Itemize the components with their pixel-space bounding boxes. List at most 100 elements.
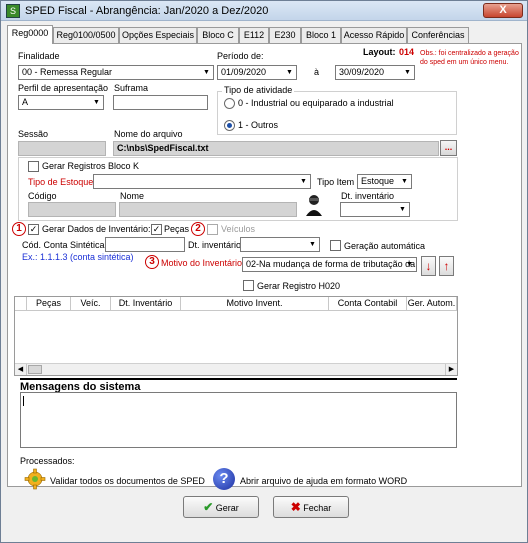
motivo-inventario-label: Motivo do Inventário	[161, 258, 243, 268]
grid-header-conta-contabil[interactable]: Conta Contabil	[329, 297, 407, 311]
perfil-value: A	[22, 97, 29, 107]
abrir-ajuda-link[interactable]: Abrir arquivo de ajuda em formato WORD	[240, 476, 407, 486]
grid-header-pecas[interactable]: Peças	[27, 297, 71, 311]
scroll-thumb[interactable]	[28, 365, 42, 374]
nome-input[interactable]	[119, 202, 297, 217]
finalidade-select[interactable]: 00 - Remessa Regular ▼	[18, 65, 214, 80]
chevron-down-icon: ▼	[309, 241, 316, 248]
gerar-dados-inventario-label: Gerar Dados de Inventário:	[42, 224, 151, 234]
finalidade-value: 00 - Remessa Regular	[22, 67, 113, 77]
gerar-dados-inventario-checkbox[interactable]: ✓	[28, 224, 39, 235]
nome-arquivo-input[interactable]: C:\nbs\SpedFiscal.txt	[113, 141, 439, 156]
marker-3: 3	[145, 255, 159, 269]
layout-label: Layout:	[363, 47, 396, 57]
gerar-bloco-k-checkbox[interactable]	[28, 161, 39, 172]
chevron-down-icon: ▼	[203, 69, 210, 76]
periodo-de-date[interactable]: 01/09/2020 ▼	[217, 65, 297, 80]
tipo-atividade-label: Tipo de atividade	[222, 85, 295, 95]
chevron-down-icon: ▼	[93, 99, 100, 106]
periodo-ate-value: 30/09/2020	[339, 67, 385, 77]
fechar-button-label: Fechar	[303, 503, 332, 513]
inventario-grid[interactable]: Peças Veíc. Dt. Inventário Motivo Invent…	[14, 296, 458, 376]
grid-header-veic[interactable]: Veíc.	[71, 297, 111, 311]
finalidade-label: Finalidade	[18, 51, 60, 61]
tab-bloco-c[interactable]: Bloco C	[197, 27, 239, 43]
validar-documentos-link[interactable]: Validar todos os documentos de SPED	[50, 476, 205, 486]
person-silhouette-icon[interactable]	[304, 194, 324, 216]
arrow-up-icon[interactable]: ↑	[439, 256, 454, 276]
gerar-button-label: Gerar	[215, 503, 239, 513]
marker-2: 2	[191, 222, 205, 236]
tab-conferencias[interactable]: Conferências	[407, 27, 469, 43]
calendar-icon[interactable]: ▼	[283, 66, 296, 79]
title-bar: S SPED Fiscal - Abrangência: Jan/2020 a …	[1, 1, 527, 21]
tipo-atividade-opt0-label: 0 - Industrial ou equiparado a industria…	[238, 98, 394, 108]
chevron-down-icon: ▼	[300, 178, 307, 185]
perfil-select[interactable]: A ▼	[18, 95, 104, 110]
reg0000-panel: Finalidade 00 - Remessa Regular ▼ Períod…	[7, 43, 522, 490]
browse-file-button[interactable]: ...	[440, 140, 457, 156]
motivo-inventario-select[interactable]: 02-Na mudança de forma de tributação da …	[242, 257, 417, 272]
grid-header-motivo[interactable]: Motivo Invent.	[181, 297, 329, 311]
processados-label: Processados:	[20, 456, 75, 466]
tab-reg0100-0500[interactable]: Reg0100/0500	[53, 27, 119, 43]
tipo-atividade-radio-0[interactable]	[224, 98, 235, 109]
cod-conta-example: Ex.: 1.1.1.3 (conta sintética)	[22, 252, 134, 262]
layout-value: 014	[399, 47, 415, 57]
help-icon[interactable]: ?	[213, 468, 235, 490]
geracao-automatica-checkbox[interactable]	[330, 240, 341, 251]
sessao-input[interactable]	[18, 141, 106, 156]
arrow-down-icon[interactable]: ↓	[421, 256, 436, 276]
fechar-button[interactable]: ✖ Fechar	[273, 496, 349, 518]
calendar-icon[interactable]: ▼	[401, 66, 414, 79]
gerar-h020-label: Gerar Registro H020	[257, 281, 341, 291]
grid-horizontal-scrollbar[interactable]: ◀ ▶	[15, 363, 457, 375]
periodo-separator: à	[314, 67, 320, 77]
grid-header-ger-autom[interactable]: Ger. Autom.	[407, 297, 457, 311]
veiculos-checkbox[interactable]	[207, 224, 218, 235]
suframa-input[interactable]	[113, 95, 208, 110]
gerar-bloco-k-label: Gerar Registros Bloco K	[42, 161, 140, 171]
tipo-item-label: Tipo Item	[317, 177, 355, 187]
tipo-atividade-opt1-label: 1 - Outros	[238, 120, 279, 130]
tipo-estoque-select[interactable]: ▼	[93, 174, 311, 189]
scroll-right-icon[interactable]: ▶	[445, 364, 457, 375]
scroll-left-icon[interactable]: ◀	[15, 364, 27, 375]
tab-e112[interactable]: E112	[239, 27, 269, 43]
messages-divider	[20, 378, 457, 380]
gerar-button[interactable]: ✔ Gerar	[183, 496, 259, 518]
perfil-label: Perfil de apresentação	[18, 83, 109, 93]
cod-conta-input[interactable]	[105, 237, 185, 252]
tipo-atividade-radio-1[interactable]	[224, 120, 235, 131]
dt-inventario-k-label: Dt. inventário	[341, 191, 395, 201]
tab-reg0000[interactable]: Reg0000	[7, 25, 53, 44]
close-window-button[interactable]: X	[483, 3, 523, 18]
text-caret	[23, 396, 24, 406]
tab-e230[interactable]: E230	[269, 27, 301, 43]
x-icon: ✖	[290, 500, 301, 514]
cod-conta-label: Cód. Conta Sintética	[22, 240, 105, 250]
gerar-h020-checkbox[interactable]	[243, 280, 254, 291]
nome-arquivo-label: Nome do arquivo	[114, 129, 183, 139]
grid-header-dt-inventario[interactable]: Dt. Inventário	[111, 297, 181, 311]
tab-opcoes-especiais[interactable]: Opções Especiais	[119, 27, 197, 43]
motivo-inventario-value: 02-Na mudança de forma de tributação da	[246, 259, 416, 269]
tab-bloco-1[interactable]: Bloco 1	[301, 27, 341, 43]
tab-acesso-rapido[interactable]: Acesso Rápido	[341, 27, 407, 43]
codigo-input[interactable]	[28, 202, 116, 217]
gear-icon[interactable]	[24, 468, 46, 490]
tipo-item-select[interactable]: Estoque ▼	[357, 174, 412, 189]
geracao-automatica-label: Geração automática	[344, 241, 426, 251]
dt-inventario-k-select[interactable]: ▼	[340, 202, 410, 217]
periodo-ate-date[interactable]: 30/09/2020 ▼	[335, 65, 415, 80]
dt-inventario-select[interactable]: ▼	[240, 237, 320, 252]
chevron-down-icon: ▼	[399, 206, 406, 213]
chevron-down-icon: ▼	[406, 261, 413, 268]
marker-1: 1	[12, 222, 26, 236]
periodo-de-value: 01/09/2020	[221, 67, 267, 77]
chevron-down-icon: ▼	[401, 178, 408, 185]
obs-note: Obs.: foi centralizado a geração do sped…	[420, 50, 519, 66]
veiculos-label: Veículos	[221, 224, 256, 234]
pecas-checkbox[interactable]: ✓	[151, 224, 162, 235]
messages-textarea[interactable]	[20, 392, 457, 448]
